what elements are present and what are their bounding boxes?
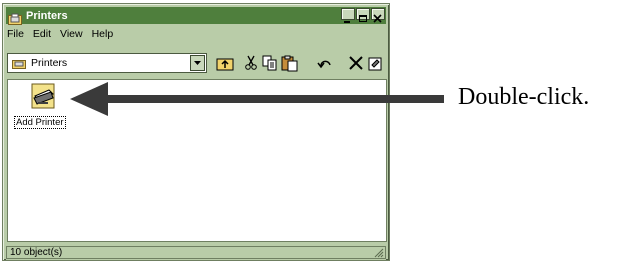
callout-arrow — [70, 82, 444, 116]
callout-caption: Double-click. — [458, 84, 590, 110]
